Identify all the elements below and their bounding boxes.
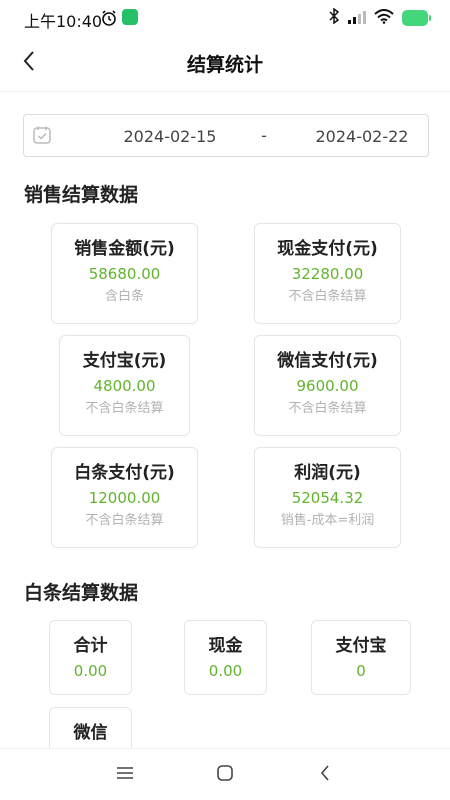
sales-amount-card: 销售金额(元) 58680.00 含白条 bbox=[51, 223, 198, 324]
bluetooth-icon bbox=[328, 7, 340, 28]
card-label: 微信支付(元) bbox=[277, 351, 378, 371]
wechat-payment-card: 微信支付(元) 9600.00 不含白条结算 bbox=[254, 335, 401, 436]
card-value: 0 bbox=[356, 662, 366, 680]
system-nav-bar bbox=[0, 748, 450, 800]
card-value: 0.00 bbox=[73, 662, 108, 680]
card-label: 合计 bbox=[73, 636, 108, 656]
home-icon bbox=[216, 764, 234, 786]
header: 结算统计 bbox=[0, 36, 450, 92]
end-date[interactable]: 2024-02-22 bbox=[294, 127, 430, 146]
card-value: 12000.00 bbox=[88, 489, 161, 507]
system-back-button[interactable] bbox=[313, 763, 337, 787]
calendar-icon bbox=[32, 125, 52, 149]
start-date[interactable]: 2024-02-15 bbox=[102, 127, 238, 146]
back-icon bbox=[319, 764, 331, 786]
baitiao-alipay-card: 支付宝 0 bbox=[311, 620, 411, 695]
card-value: 4800.00 bbox=[93, 377, 156, 395]
baitiao-section-title: 白条结算数据 bbox=[24, 582, 139, 604]
home-button[interactable] bbox=[213, 763, 237, 787]
card-note: 不含白条结算 bbox=[288, 289, 367, 304]
card-label: 支付宝 bbox=[335, 636, 387, 656]
card-value: 52054.32 bbox=[291, 489, 364, 507]
card-note: 含白条 bbox=[104, 289, 144, 304]
card-value: 32280.00 bbox=[291, 265, 364, 283]
card-value: 9600.00 bbox=[296, 377, 359, 395]
card-label: 利润(元) bbox=[294, 463, 361, 483]
sales-section-title: 销售结算数据 bbox=[24, 184, 139, 206]
status-icons bbox=[328, 7, 431, 28]
card-note: 不含白条结算 bbox=[85, 513, 164, 528]
cash-payment-card: 现金支付(元) 32280.00 不含白条结算 bbox=[254, 223, 401, 324]
date-separator: - bbox=[261, 126, 267, 145]
card-note: 不含白条结算 bbox=[85, 401, 164, 416]
baitiao-payment-card: 白条支付(元) 12000.00 不含白条结算 bbox=[51, 447, 198, 548]
card-label: 现金 bbox=[208, 636, 243, 656]
card-note: 不含白条结算 bbox=[288, 401, 367, 416]
card-value: 58680.00 bbox=[88, 265, 161, 283]
battery-icon bbox=[402, 10, 431, 26]
signal-icon bbox=[348, 9, 366, 28]
card-label: 支付宝(元) bbox=[82, 351, 167, 371]
alarm-icon bbox=[100, 9, 118, 31]
status-time: 上午10:40 bbox=[24, 12, 103, 31]
date-range-picker[interactable]: 2024-02-15 - 2024-02-22 bbox=[23, 114, 429, 157]
card-label: 微信 bbox=[73, 723, 108, 743]
card-label: 销售金额(元) bbox=[74, 239, 175, 259]
page-title: 结算统计 bbox=[186, 54, 263, 76]
alipay-card: 支付宝(元) 4800.00 不含白条结算 bbox=[59, 335, 190, 436]
app-notification-icon bbox=[122, 9, 138, 25]
wifi-icon bbox=[374, 8, 394, 28]
card-value: 0.00 bbox=[208, 662, 243, 680]
profit-card: 利润(元) 52054.32 销售-成本=利润 bbox=[254, 447, 401, 548]
baitiao-total-card: 合计 0.00 bbox=[49, 620, 132, 695]
card-label: 现金支付(元) bbox=[277, 239, 378, 259]
menu-icon bbox=[116, 765, 134, 785]
menu-button[interactable] bbox=[113, 763, 137, 787]
card-label: 白条支付(元) bbox=[74, 463, 175, 483]
card-note: 销售-成本=利润 bbox=[280, 513, 375, 528]
status-bar: 上午10:40 bbox=[0, 0, 450, 36]
baitiao-cash-card: 现金 0.00 bbox=[184, 620, 267, 695]
